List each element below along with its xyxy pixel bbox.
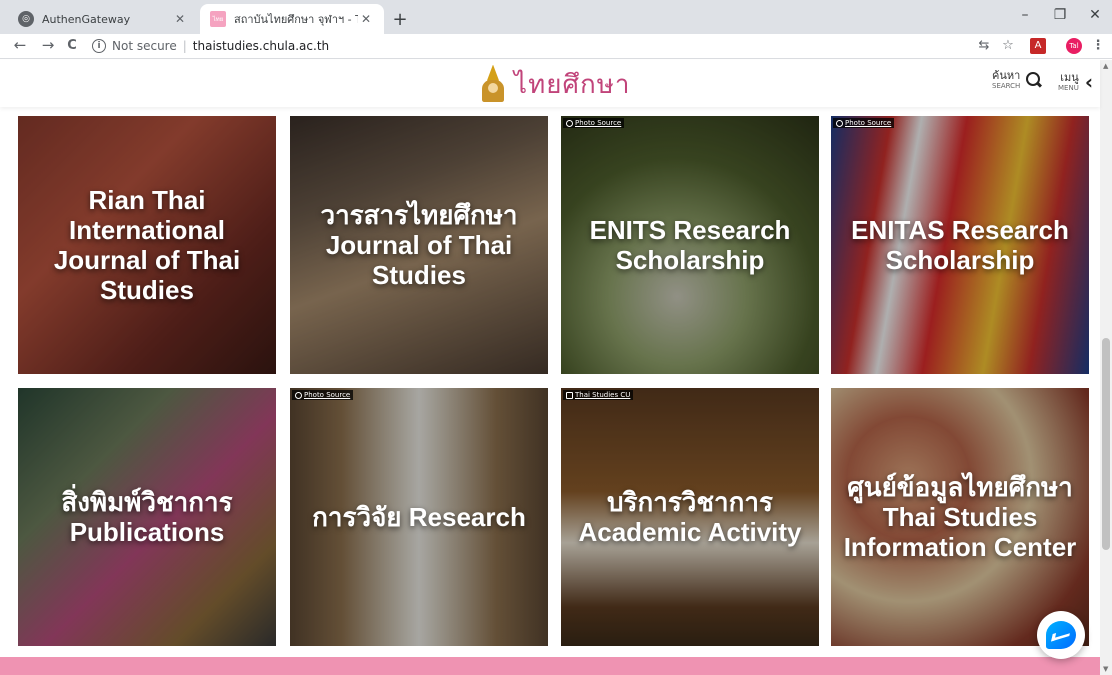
globe-icon <box>295 391 302 399</box>
search-label-th: ค้นหา <box>992 69 1021 82</box>
bookmark-star-icon[interactable]: ☆ <box>1000 38 1016 54</box>
close-icon[interactable]: ✕ <box>358 12 374 26</box>
browser-tabstrip: ◎ AuthenGateway ✕ ไทย สถาบันไทยศึกษา จุฬ… <box>0 0 1112 34</box>
forward-button[interactable]: → <box>38 36 58 54</box>
tile-title: การวิจัย Research <box>312 502 526 532</box>
new-tab-button[interactable]: + <box>390 9 410 30</box>
reload-button[interactable]: C <box>62 38 82 53</box>
browser-tab-authengateway[interactable]: ◎ AuthenGateway ✕ <box>8 4 198 34</box>
browser-toolbar: ← → C i Not secure | thaistudies.chula.a… <box>0 34 1112 59</box>
globe-icon <box>566 119 573 127</box>
menu-label-en: MENU <box>1058 84 1079 92</box>
scroll-down-arrow-icon[interactable]: ▼ <box>1103 665 1108 673</box>
tile-title: วารสารไทยศึกษา Journal of Thai Studies <box>320 200 518 290</box>
pdf-extension-icon[interactable]: A <box>1030 38 1046 54</box>
tile-rian-thai-journal[interactable]: Rian Thai International Journal of Thai … <box>18 116 276 374</box>
url-text[interactable]: thaistudies.chula.ac.th <box>193 39 329 53</box>
globe-icon <box>836 119 843 127</box>
tile-research[interactable]: Photo Source การวิจัย Research <box>290 388 548 646</box>
scroll-up-arrow-icon[interactable]: ▲ <box>1103 62 1108 70</box>
tab-title: AuthenGateway <box>42 12 131 26</box>
tile-academic-activity[interactable]: Thai Studies CU บริการวิชาการ Academic A… <box>561 388 819 646</box>
tile-title: สิ่งพิมพ์วิชาการ Publications <box>61 487 233 547</box>
search-icon <box>1026 72 1042 88</box>
globe-icon: ◎ <box>18 11 34 27</box>
site-logo[interactable]: ไทยศึกษา <box>478 64 630 105</box>
page-scrollbar[interactable]: ▲ ▼ <box>1100 60 1112 675</box>
menu-label-th: เมนู <box>1060 71 1079 84</box>
photo-credit-link[interactable]: Thai Studies CU <box>563 390 634 400</box>
security-status: Not secure <box>112 39 177 53</box>
scroll-thumb[interactable] <box>1102 338 1110 550</box>
address-bar[interactable]: i Not secure | thaistudies.chula.ac.th <box>92 35 329 57</box>
tile-publications[interactable]: สิ่งพิมพ์วิชาการ Publications <box>18 388 276 646</box>
profile-avatar[interactable]: Tal <box>1066 38 1082 54</box>
tile-title: ENITS Research Scholarship <box>589 215 791 275</box>
site-header: ไทยศึกษา ค้นหา SEARCH เมนู MENU ‹ <box>0 60 1100 107</box>
camera-icon <box>566 391 573 399</box>
search-button[interactable]: ค้นหา SEARCH <box>992 70 1042 90</box>
search-label-en: SEARCH <box>992 82 1021 90</box>
restore-button[interactable]: ❐ <box>1045 7 1075 23</box>
chevron-left-icon: ‹ <box>1084 70 1094 94</box>
tile-title: ศูนย์ข้อมูลไทยศึกษา Thai Studies Informa… <box>843 472 1077 562</box>
tile-enits-scholarship[interactable]: Photo Source ENITS Research Scholarship <box>561 116 819 374</box>
address-separator: | <box>182 39 187 53</box>
tile-information-center[interactable]: ศูนย์ข้อมูลไทยศึกษา Thai Studies Informa… <box>831 388 1089 646</box>
chula-emblem-icon <box>478 64 508 105</box>
tile-enitas-scholarship[interactable]: Photo Source ENITAS Research Scholarship <box>831 116 1089 374</box>
info-icon[interactable]: i <box>92 39 106 53</box>
minimize-button[interactable]: – <box>1010 7 1040 23</box>
translate-icon[interactable]: ⇆ <box>976 38 992 54</box>
footer-band <box>0 657 1100 675</box>
logo-text: ไทยศึกษา <box>514 70 631 100</box>
close-window-button[interactable]: ✕ <box>1080 7 1110 23</box>
messenger-chat-button[interactable] <box>1037 611 1085 659</box>
photo-source-link[interactable]: Photo Source <box>833 118 895 128</box>
browser-menu-icon[interactable]: ⋮ <box>1090 38 1106 54</box>
photo-source-link[interactable]: Photo Source <box>563 118 625 128</box>
tile-title: ENITAS Research Scholarship <box>851 215 1069 275</box>
tile-journal-of-thai-studies[interactable]: วารสารไทยศึกษา Journal of Thai Studies <box>290 116 548 374</box>
tile-title: Rian Thai International Journal of Thai … <box>53 185 241 305</box>
category-grid: Rian Thai International Journal of Thai … <box>0 107 1100 657</box>
browser-tab-thai-studies[interactable]: ไทย สถาบันไทยศึกษา จุฬาฯ - Thai Studies … <box>200 4 384 34</box>
tab-title: สถาบันไทยศึกษา จุฬาฯ - Thai Studies <box>234 13 358 26</box>
thai-studies-favicon-icon: ไทย <box>210 11 226 27</box>
photo-source-link[interactable]: Photo Source <box>292 390 354 400</box>
close-icon[interactable]: ✕ <box>172 12 188 26</box>
menu-button[interactable]: เมนู MENU ‹ <box>1058 70 1093 94</box>
tile-title: บริการวิชาการ Academic Activity <box>578 487 802 547</box>
back-button[interactable]: ← <box>10 36 30 54</box>
messenger-icon <box>1046 621 1076 649</box>
